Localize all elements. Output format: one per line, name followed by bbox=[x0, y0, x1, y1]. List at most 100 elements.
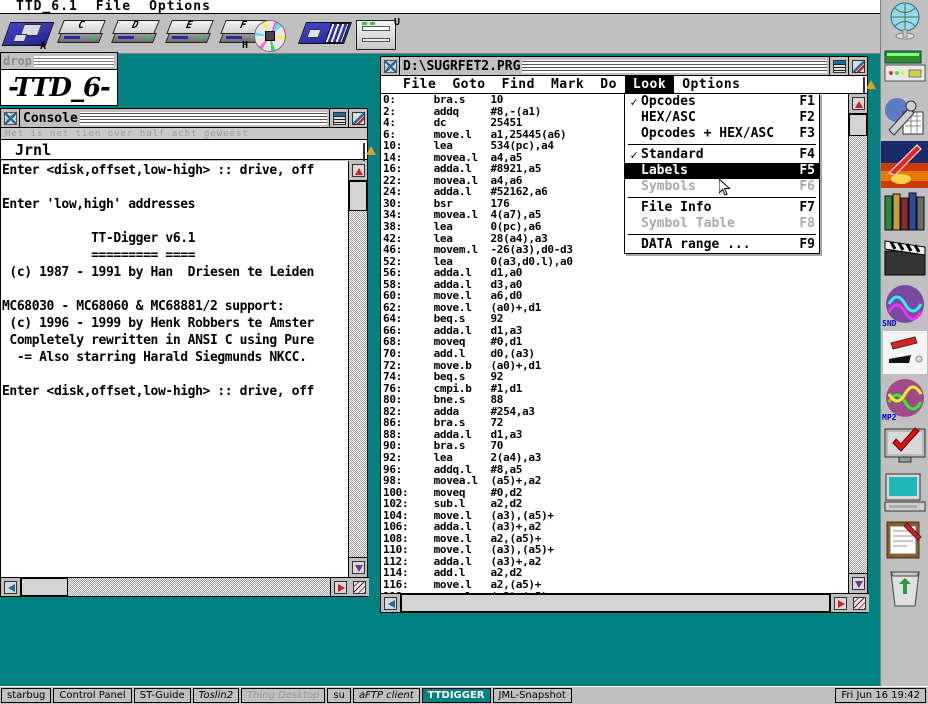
drive-icon-h[interactable]: H bbox=[240, 16, 300, 52]
disassembler-vscroll-track[interactable] bbox=[849, 113, 867, 574]
disassembler-scroll-right-button[interactable] bbox=[831, 594, 850, 612]
taskbar-button-thing-desktop[interactable]: Thing Desktop bbox=[241, 688, 326, 703]
taskbar-button-st-guide[interactable]: ST-Guide bbox=[133, 688, 191, 703]
tools-icon bbox=[885, 98, 924, 136]
console-titlebar[interactable]: Console bbox=[1, 109, 367, 128]
console-vscroll-track[interactable] bbox=[349, 180, 367, 558]
menu-entry-hex-asc[interactable]: HEX/ASC F2 bbox=[625, 110, 819, 126]
sidebar-icon-globe[interactable] bbox=[881, 0, 928, 47]
console-window[interactable]: Console Het is net tien over half acht g… bbox=[0, 108, 369, 597]
disassembler-iconify-button[interactable] bbox=[829, 57, 848, 75]
taskbar-button-starbug[interactable]: starbug bbox=[1, 688, 52, 703]
menu-entry-opcodes[interactable]: ✓ Opcodes F1 bbox=[625, 94, 819, 110]
scroll-right-arrow-icon bbox=[334, 580, 347, 594]
disassembler-scroll-left-button[interactable] bbox=[381, 594, 400, 612]
menu-entry-label: HEX/ASC bbox=[641, 110, 696, 125]
menu-entry-file-info[interactable]: File Info F7 bbox=[625, 200, 819, 216]
disassembler-resize-grip[interactable] bbox=[850, 594, 869, 612]
disassembler-scroll-down-button[interactable] bbox=[849, 574, 867, 593]
taskbar-button-aftp-client[interactable]: aFTP client bbox=[352, 688, 420, 703]
menu-item-do[interactable]: Do bbox=[592, 76, 625, 94]
console-prompt-bar: Jrnl bbox=[1, 140, 367, 163]
sidebar-icon-mp2[interactable]: MP2 bbox=[881, 376, 928, 423]
disassembler-hscroll-track[interactable] bbox=[400, 594, 831, 612]
drive-icon-c[interactable]: C bbox=[56, 16, 110, 52]
menu-item-look[interactable]: Look bbox=[624, 75, 675, 94]
menu-item-find[interactable]: Find bbox=[494, 76, 543, 94]
sidebar-icon-tools[interactable] bbox=[881, 94, 928, 141]
console-text-area[interactable]: Enter <disk,offset,low-high> :: drive, o… bbox=[1, 161, 348, 577]
menu-entry-label: Opcodes + HEX/ASC bbox=[641, 126, 775, 141]
sidebar-icon-clipboard[interactable] bbox=[881, 517, 928, 564]
disassembler-warn-button[interactable] bbox=[863, 77, 865, 93]
console-horizontal-scrollbar[interactable] bbox=[1, 577, 369, 596]
menu-entry-data-range[interactable]: DATA range ... F9 bbox=[625, 237, 819, 253]
taskbar-button-ttdigger[interactable]: TTDIGGER bbox=[421, 688, 491, 703]
menu-item-options[interactable]: Options bbox=[674, 76, 748, 94]
console-fuller-button[interactable] bbox=[348, 109, 367, 127]
disassembler-close-button[interactable] bbox=[381, 57, 400, 75]
menu-item-ttd[interactable]: TTD_6.1 bbox=[0, 0, 87, 14]
console-vscroll-thumb[interactable] bbox=[349, 181, 367, 211]
console-scroll-right-button[interactable] bbox=[331, 578, 350, 596]
look-dropdown-menu[interactable]: ✓ Opcodes F1 HEX/ASC F2 Opcodes + HEX/AS… bbox=[624, 93, 820, 254]
drive-label-c: C bbox=[75, 20, 87, 31]
sidebar-icon-checkmark-monitor[interactable] bbox=[881, 423, 928, 470]
disassembler-menubar[interactable]: File Goto Find Mark Do Look Options bbox=[381, 75, 867, 94]
sidebar-icon-clapperboard[interactable] bbox=[881, 235, 928, 282]
drop-window-titlebar[interactable]: drop bbox=[0, 52, 118, 69]
warning-icon bbox=[363, 143, 365, 163]
console-vertical-scrollbar[interactable] bbox=[348, 161, 367, 577]
disassembler-vertical-scrollbar[interactable] bbox=[848, 94, 867, 593]
console-scroll-down-button[interactable] bbox=[349, 558, 367, 577]
drive-icon-e[interactable]: E bbox=[164, 16, 218, 52]
disassembler-titlebar[interactable]: D:\SUGRFET2.PRG bbox=[381, 57, 867, 76]
menu-entry-labels[interactable]: Labels F5 bbox=[625, 163, 819, 179]
drive-icon-d[interactable]: D bbox=[110, 16, 164, 52]
icon-sidebar[interactable]: SND MP2 bbox=[880, 0, 928, 686]
sidebar-icon-books[interactable] bbox=[881, 188, 928, 235]
drive-icon-cartridge[interactable] bbox=[297, 16, 354, 52]
taskbar-button-jml-snapshot[interactable]: JML-Snapshot bbox=[492, 688, 572, 703]
taskbar-button-toslin2[interactable]: Toslin2 bbox=[192, 688, 240, 703]
menu-item-file[interactable]: File bbox=[395, 76, 444, 94]
harddisk-bar bbox=[172, 36, 188, 39]
menu-item-goto[interactable]: Goto bbox=[444, 76, 493, 94]
console-warn-button[interactable] bbox=[363, 143, 365, 163]
desktop-menubar[interactable]: TTD_6.1 File Options bbox=[0, 0, 880, 14]
menu-entry-standard[interactable]: ✓ Standard F4 bbox=[625, 147, 819, 163]
console-scroll-up-button[interactable] bbox=[349, 161, 367, 180]
scroll-down-arrow-icon bbox=[351, 561, 365, 574]
sidebar-icon-computer[interactable] bbox=[881, 470, 928, 517]
menu-item-file[interactable]: File bbox=[87, 0, 140, 14]
disassembler-fuller-button[interactable] bbox=[848, 57, 867, 75]
sidebar-icon-rocket[interactable] bbox=[881, 141, 928, 188]
taskbar-button-control-panel[interactable]: Control Panel bbox=[53, 688, 132, 703]
console-hscroll-track[interactable] bbox=[20, 578, 331, 596]
drop-window[interactable]: drop -TTD_6- bbox=[0, 52, 118, 106]
menu-entry-opcodes-hex-asc[interactable]: Opcodes + HEX/ASC F3 bbox=[625, 126, 819, 142]
console-scroll-left-button[interactable] bbox=[1, 578, 20, 596]
sidebar-icon-paint[interactable] bbox=[881, 329, 928, 376]
menu-item-mark[interactable]: Mark bbox=[543, 76, 592, 94]
disassembler-vscroll-thumb[interactable] bbox=[849, 114, 867, 136]
drive-icon-u[interactable]: U bbox=[350, 16, 404, 52]
console-hscroll-thumb[interactable] bbox=[21, 578, 68, 596]
sidebar-icon-server-rack[interactable] bbox=[881, 47, 928, 94]
disassembler-horizontal-scrollbar[interactable] bbox=[381, 593, 869, 612]
sidebar-icon-recycle-bin[interactable] bbox=[881, 564, 928, 611]
console-iconify-button[interactable] bbox=[329, 109, 348, 127]
menu-entry-label: Symbol Table bbox=[641, 216, 735, 231]
menu-item-options[interactable]: Options bbox=[140, 0, 220, 14]
disassembler-scroll-up-button[interactable] bbox=[849, 94, 867, 113]
menu-entry-label: File Info bbox=[641, 200, 712, 215]
sidebar-icon-sound[interactable]: SND bbox=[881, 282, 928, 329]
taskbar[interactable]: starbug Control Panel ST-Guide Toslin2 T… bbox=[0, 686, 928, 704]
scroll-down-arrow-icon bbox=[851, 577, 865, 590]
drive-icon-a[interactable]: A bbox=[1, 16, 56, 52]
console-close-button[interactable] bbox=[1, 109, 20, 127]
taskbar-button-su[interactable]: su bbox=[327, 688, 351, 703]
titlebar-rule bbox=[33, 55, 114, 67]
disassembler-hscroll-thumb[interactable] bbox=[401, 594, 830, 612]
console-resize-grip[interactable] bbox=[350, 578, 369, 596]
